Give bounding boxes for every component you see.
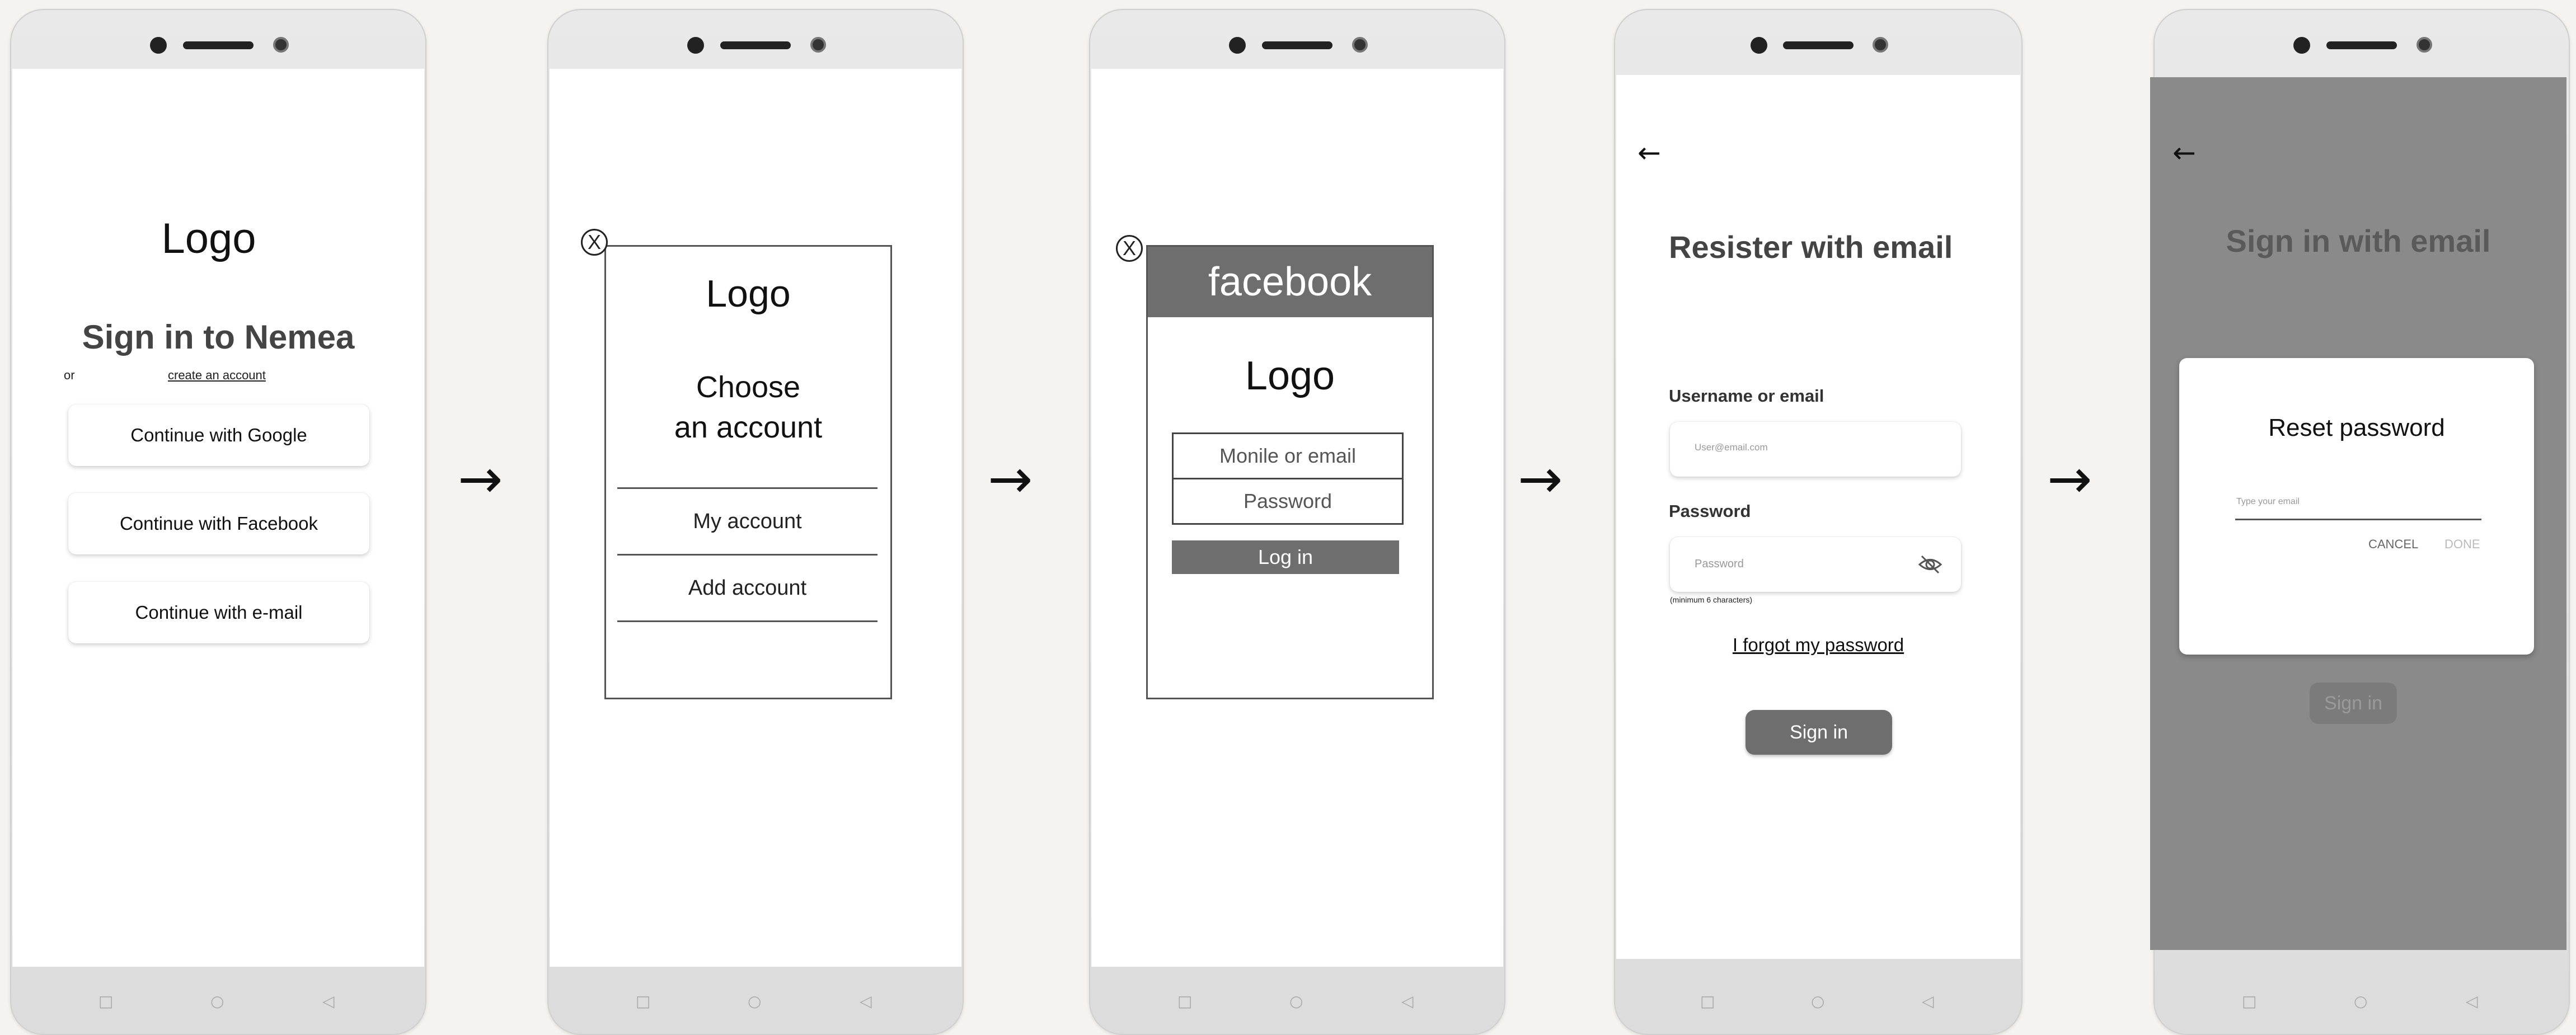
screen-register-email: ← Resister with email Username or email … <box>1616 75 2020 959</box>
system-nav-bar: □ ○ ◁ <box>11 967 425 1034</box>
dialog-title: Choose an account <box>606 367 890 448</box>
sensor-icon <box>1352 37 1368 53</box>
email-placeholder: Type your email <box>2236 497 2300 506</box>
recent-apps-icon[interactable]: □ <box>636 992 650 1010</box>
or-label: or <box>64 368 75 382</box>
speaker-grille <box>720 41 791 49</box>
front-camera-icon <box>150 37 167 54</box>
flow-arrow-icon: → <box>1518 448 1563 510</box>
close-icon[interactable]: X <box>1116 235 1143 262</box>
dialog-logo: Logo <box>1245 354 1335 398</box>
home-icon[interactable]: ○ <box>748 992 761 1010</box>
sensor-icon <box>810 37 826 53</box>
facebook-login-dialog: facebook Logo Monile or email Password L… <box>1146 245 1434 699</box>
home-icon[interactable]: ○ <box>1811 992 1824 1010</box>
phone-frame-2: Logo Choose an account My account Add ac… <box>547 9 964 1035</box>
front-camera-icon <box>1229 37 1246 54</box>
system-nav-bar: □ ○ ◁ <box>1090 967 1504 1034</box>
sign-in-button[interactable]: Sign in <box>2310 683 2397 724</box>
sensor-icon <box>1873 37 1888 53</box>
sensor-icon <box>273 37 289 53</box>
back-nav-icon[interactable]: ◁ <box>2466 992 2478 1010</box>
recent-apps-icon[interactable]: □ <box>1177 992 1192 1010</box>
page-title: Resister with email <box>1669 229 1953 265</box>
front-camera-icon <box>1751 37 1767 54</box>
speaker-grille <box>1783 41 1854 49</box>
cancel-button[interactable]: CANCEL <box>2368 537 2418 552</box>
password-input[interactable]: Password <box>1172 478 1404 525</box>
flow-arrow-icon: → <box>2047 448 2092 510</box>
page-title: Sign in with email <box>2226 223 2491 258</box>
phone-frame-5: ← Sign in with email Sign in Reset passw… <box>2150 9 2570 1035</box>
dialog-logo: Logo <box>706 272 791 315</box>
username-field[interactable]: User@email.com <box>1670 422 1961 477</box>
front-camera-icon <box>687 37 704 54</box>
password-label: Password <box>1669 501 1751 521</box>
front-camera-icon <box>2293 37 2310 54</box>
back-nav-icon[interactable]: ◁ <box>860 992 872 1010</box>
home-icon[interactable]: ○ <box>2354 992 2367 1010</box>
page-title: Sign in to Nemea <box>82 318 355 356</box>
continue-google-button[interactable]: Continue with Google <box>68 404 369 466</box>
reset-password-dialog: Reset password Type your email CANCEL DO… <box>2179 358 2534 655</box>
username-label: Username or email <box>1669 386 1824 406</box>
create-account-link[interactable]: create an account <box>168 368 266 383</box>
forgot-password-link[interactable]: I forgot my password <box>1616 634 2020 656</box>
speaker-grille <box>183 41 254 49</box>
phone-frame-1: Logo Sign in to Nemea or create an accou… <box>10 9 426 1035</box>
flow-arrow-icon: → <box>988 448 1033 510</box>
password-placeholder: Password <box>1695 558 1744 570</box>
add-account-option[interactable]: Add account <box>617 556 878 620</box>
home-icon[interactable]: ○ <box>210 992 224 1010</box>
reset-email-input[interactable]: Type your email <box>2235 492 2481 520</box>
continue-email-button[interactable]: Continue with e-mail <box>68 582 369 643</box>
recent-apps-icon[interactable]: □ <box>98 992 113 1010</box>
close-icon[interactable]: X <box>581 229 608 256</box>
dialog-title-line-2: an account <box>674 411 823 444</box>
back-arrow-icon[interactable]: ← <box>2173 137 2196 169</box>
facebook-header: facebook <box>1148 247 1432 317</box>
login-button[interactable]: Log in <box>1172 540 1399 574</box>
divider <box>617 620 878 622</box>
screen-facebook-login: facebook Logo Monile or email Password L… <box>1091 69 1503 967</box>
mobile-email-input[interactable]: Monile or email <box>1172 432 1404 479</box>
system-nav-bar: □ ○ ◁ <box>1615 967 2021 1034</box>
screen-reset-password: ← Sign in with email Sign in Reset passw… <box>2150 77 2566 950</box>
dialog-title-line-1: Choose <box>696 370 801 404</box>
recent-apps-icon[interactable]: □ <box>1700 992 1715 1010</box>
done-button[interactable]: DONE <box>2444 537 2480 552</box>
continue-facebook-button[interactable]: Continue with Facebook <box>68 493 369 554</box>
recent-apps-icon[interactable]: □ <box>2242 992 2256 1010</box>
hide-password-icon[interactable] <box>1917 552 1943 577</box>
screen-sign-in: Logo Sign in to Nemea or create an accou… <box>12 69 424 967</box>
back-nav-icon[interactable]: ◁ <box>1922 992 1934 1010</box>
back-nav-icon[interactable]: ◁ <box>322 992 335 1010</box>
password-field[interactable]: Password <box>1670 537 1961 592</box>
back-nav-icon[interactable]: ◁ <box>1401 992 1414 1010</box>
sign-in-button[interactable]: Sign in <box>1746 710 1892 755</box>
system-nav-bar: □ ○ ◁ <box>548 967 963 1034</box>
logo: Logo <box>161 215 256 262</box>
screen-choose-account: Logo Choose an account My account Add ac… <box>550 69 961 967</box>
speaker-grille <box>2326 41 2397 49</box>
back-arrow-icon[interactable]: ← <box>1637 137 1661 169</box>
my-account-option[interactable]: My account <box>617 489 878 554</box>
sensor-icon <box>2417 37 2432 53</box>
speaker-grille <box>1262 41 1332 49</box>
system-nav-bar: □ ○ ◁ <box>2155 967 2569 1034</box>
account-chooser-dialog: Logo Choose an account My account Add ac… <box>604 245 892 699</box>
phone-frame-4: ← Resister with email Username or email … <box>1614 9 2023 1035</box>
password-hint: (minimum 6 characters) <box>1670 595 1753 604</box>
home-icon[interactable]: ○ <box>1289 992 1303 1010</box>
username-placeholder: User@email.com <box>1695 442 1768 453</box>
dialog-title: Reset password <box>2268 414 2445 441</box>
phone-frame-3: facebook Logo Monile or email Password L… <box>1089 9 1505 1035</box>
flow-arrow-icon: → <box>458 448 503 510</box>
